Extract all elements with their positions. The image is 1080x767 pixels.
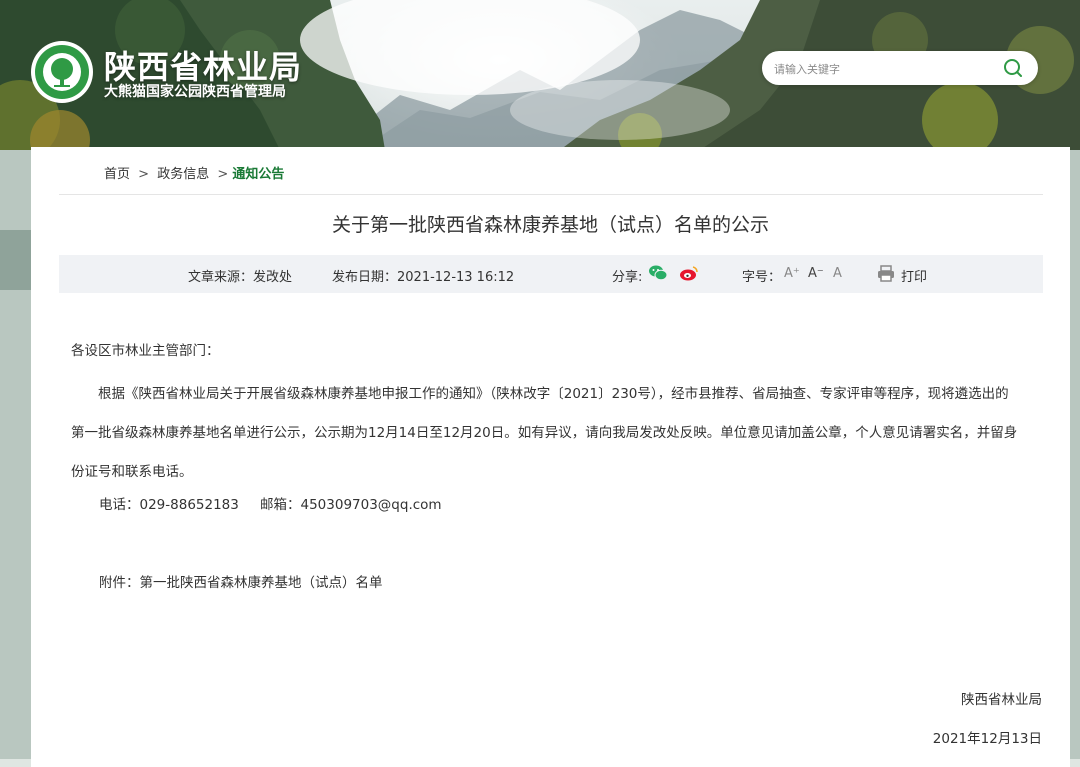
article-meta-bar: 文章来源：发改处 发布日期：2021-12-13 16:12 分享: 字号： A… <box>59 255 1043 293</box>
printer-icon <box>878 265 894 282</box>
breadcrumb-separator: > <box>138 167 150 182</box>
divider <box>59 194 1043 195</box>
search-box <box>762 51 1038 87</box>
article-paragraph: 根据《陕西省林业局关于开展省级森林康养基地申报工作的通知》（陕林改字〔2021〕… <box>71 375 1041 492</box>
share-wechat-button[interactable] <box>648 264 668 286</box>
contact-email: 邮箱：450309703@qq.com <box>260 497 442 513</box>
search-button[interactable] <box>1002 57 1024 79</box>
font-size-small-button[interactable]: A⁻ <box>808 266 824 281</box>
font-size-normal-button[interactable]: A <box>833 266 842 281</box>
article-date: 发布日期：2021-12-13 16:12 <box>332 270 515 285</box>
print-button[interactable] <box>877 265 895 286</box>
forest-emblem-logo-icon <box>31 41 93 103</box>
weibo-icon <box>680 266 698 281</box>
article-salutation: 各设区市林业主管部门： <box>71 343 220 359</box>
paragraph-line: 第一批省级森林康养基地名单进行公示，公示期为12月14日至12月20日。如有异议… <box>71 425 1018 441</box>
article-source: 文章来源：发改处 <box>188 270 293 285</box>
wechat-icon <box>649 265 668 281</box>
attachment-link[interactable]: 附件：第一批陕西省森林康养基地（试点）名单 <box>99 571 383 591</box>
font-size-label: 字号： <box>742 270 782 285</box>
contact-phone: 电话：029-88652183 <box>99 497 239 513</box>
breadcrumb-section[interactable]: 政务信息 <box>157 163 209 182</box>
search-icon <box>1004 59 1022 77</box>
breadcrumb-current[interactable]: 通知公告 <box>232 163 284 182</box>
site-subtitle: 大熊猫国家公园陕西省管理局 <box>104 84 286 100</box>
article-panel: 首页 > 政务信息 > 通知公告 关于第一批陕西省森林康养基地（试点）名单的公示… <box>31 147 1070 767</box>
signature-org: 陕西省林业局 <box>961 692 1042 708</box>
share-weibo-button[interactable] <box>679 264 699 286</box>
breadcrumb-separator: > <box>217 167 229 182</box>
share-label: 分享: <box>612 270 643 285</box>
search-input[interactable] <box>772 51 996 87</box>
breadcrumb-home[interactable]: 首页 <box>104 163 130 182</box>
breadcrumb: 首页 > 政务信息 > 通知公告 <box>104 163 284 182</box>
paragraph-line: 份证号和联系电话。 <box>71 464 193 480</box>
logo[interactable] <box>30 40 94 104</box>
signature-date: 2021年12月13日 <box>932 731 1042 747</box>
paragraph-line: 根据《陕西省林业局关于开展省级森林康养基地申报工作的通知》（陕林改字〔2021〕… <box>98 386 1009 402</box>
font-size-large-button[interactable]: A⁺ <box>784 266 800 281</box>
print-label[interactable]: 打印 <box>901 266 927 285</box>
article-title: 关于第一批陕西省森林康养基地（试点）名单的公示 <box>331 214 769 236</box>
